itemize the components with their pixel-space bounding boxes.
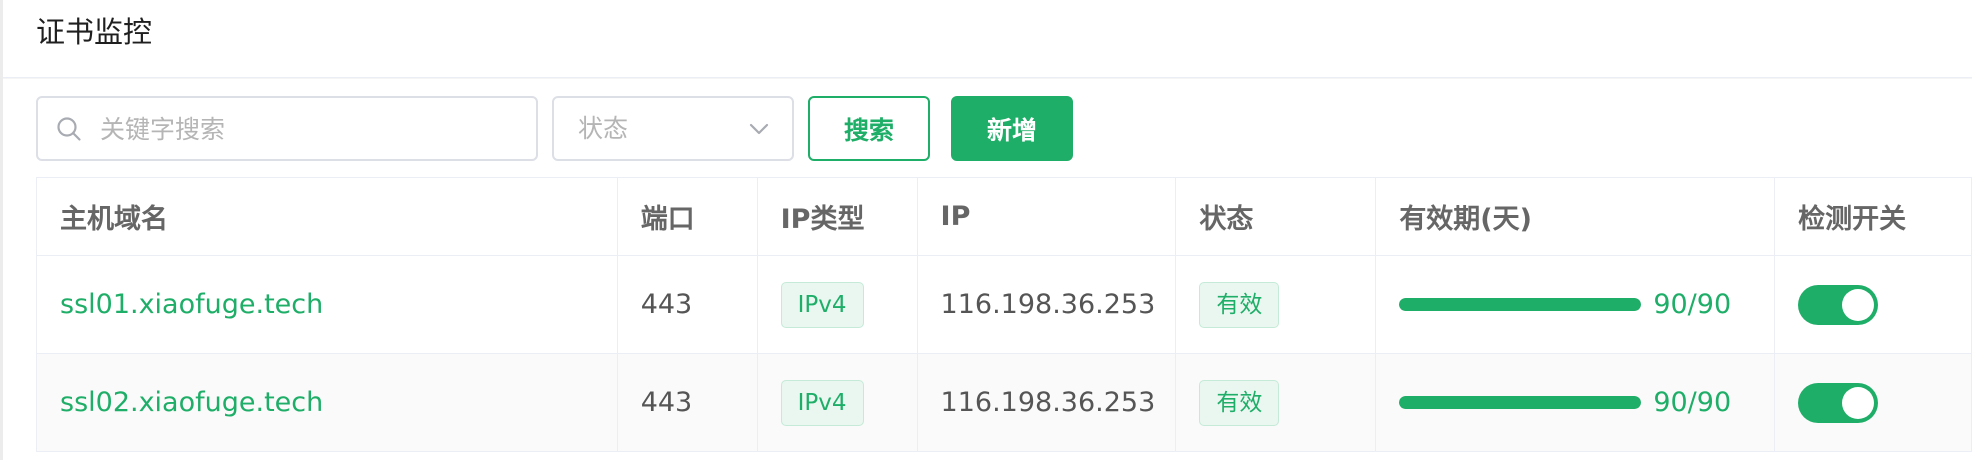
check-toggle-switch[interactable] [1798,382,1879,423]
column-header-check-toggle[interactable]: 检测开关 [1775,178,1972,255]
search-box[interactable] [36,96,538,161]
status-select[interactable]: 状态 [552,96,794,161]
ip-cell: 116.198.36.253 [918,256,1177,353]
host-link[interactable]: ssl01.xiaofuge.tech [60,289,323,320]
status-badge: 有效 [1199,379,1280,426]
validity-cell: 90/90 [1376,354,1776,451]
search-input[interactable] [100,108,520,150]
table-row[interactable]: ssl01.xiaofuge.tech 443 IPv4 116.198.36.… [37,256,1972,354]
certificate-table: 主机域名 端口 IP类型 IP 状态 有效期(天) 检测开关 ssl01.xia… [36,177,1972,452]
status-select-placeholder: 状态 [578,114,629,143]
ip-type-tag: IPv4 [780,281,864,328]
toggle-knob [1842,386,1875,419]
status-badge: 有效 [1199,281,1280,328]
add-button[interactable]: 新增 [951,96,1073,161]
filter-toolbar: 状态 搜索 新增 [3,79,1972,177]
port-cell: 443 [618,354,758,451]
column-header-ip-type[interactable]: IP类型 [758,178,918,255]
column-header-ip[interactable]: IP [918,178,1177,255]
table-header: 主机域名 端口 IP类型 IP 状态 有效期(天) 检测开关 [37,178,1972,256]
ip-type-cell: IPv4 [758,354,918,451]
column-header-host[interactable]: 主机域名 [37,178,618,255]
host-link[interactable]: ssl02.xiaofuge.tech [60,387,323,418]
table-row[interactable]: ssl02.xiaofuge.tech 443 IPv4 116.198.36.… [37,354,1972,452]
ip-type-cell: IPv4 [758,256,918,353]
check-toggle-cell [1775,354,1972,451]
column-header-status[interactable]: 状态 [1176,178,1377,255]
validity-progress-bar [1399,298,1642,311]
main-content: 状态 搜索 新增 主机域名 端口 IP类型 IP 状态 有效期(天) 检测开关 … [3,79,1972,460]
validity-progress-bar [1399,396,1642,409]
chevron-down-icon [749,123,769,135]
status-cell: 有效 [1176,354,1377,451]
validity-progress-fill [1399,396,1642,409]
check-toggle-switch[interactable] [1798,284,1879,325]
port-cell: 443 [618,256,758,353]
host-cell: ssl01.xiaofuge.tech [37,256,618,353]
host-cell: ssl02.xiaofuge.tech [37,354,618,451]
search-icon [57,117,81,141]
ip-type-tag: IPv4 [780,379,864,426]
status-cell: 有效 [1176,256,1377,353]
check-toggle-cell [1775,256,1972,353]
title-bar: 证书监控 [3,0,1972,78]
validity-cell: 90/90 [1376,256,1776,353]
ip-cell: 116.198.36.253 [918,354,1177,451]
toggle-knob [1842,288,1875,321]
validity-progress-fill [1399,298,1642,311]
page-title: 证书监控 [36,15,153,49]
search-button[interactable]: 搜索 [808,96,930,161]
validity-text: 90/90 [1653,289,1732,320]
column-header-port[interactable]: 端口 [618,178,758,255]
validity-text: 90/90 [1653,387,1732,418]
column-header-validity[interactable]: 有效期(天) [1376,178,1776,255]
